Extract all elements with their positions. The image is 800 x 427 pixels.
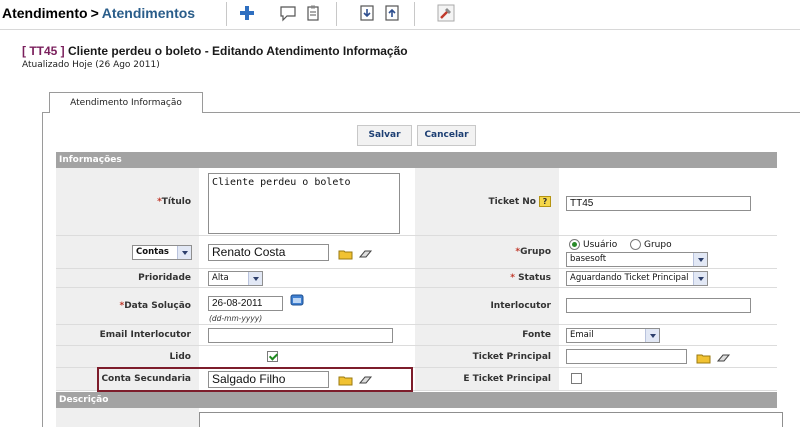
- titulo-textarea[interactable]: Cliente perdeu o boleto: [208, 173, 400, 234]
- upload-icon[interactable]: [383, 4, 401, 22]
- toolbar-divider: [414, 2, 415, 26]
- prioridade-label: Prioridade: [56, 269, 199, 287]
- help-icon[interactable]: ?: [539, 196, 551, 207]
- e-ticket-principal-label: E Ticket Principal: [415, 368, 559, 390]
- ticket-no-label: Ticket No ?: [415, 168, 559, 235]
- tools-icon[interactable]: [437, 4, 455, 22]
- page-title: [ TT45 ] Cliente perdeu o boleto - Edita…: [22, 44, 408, 58]
- ticket-principal-label: Ticket Principal: [415, 346, 559, 367]
- grupo-select[interactable]: basesoft: [566, 252, 708, 267]
- interlocutor-input[interactable]: [566, 298, 751, 313]
- cancel-button[interactable]: Cancelar: [417, 125, 476, 146]
- descricao-textarea[interactable]: [199, 412, 783, 427]
- form-row: Contas Renato Costa * Grupo Usuário Grupo…: [56, 236, 777, 269]
- status-select[interactable]: Aguardando Ticket Principal: [566, 271, 708, 286]
- form-row: * Data Solução 26-08-2011 (dd-mm-yyyy) In…: [56, 288, 777, 325]
- status-label: * Status: [415, 269, 559, 287]
- radio-grupo[interactable]: [630, 239, 641, 250]
- fonte-select[interactable]: Email: [566, 328, 660, 343]
- radio-usuario-label: Usuário: [583, 240, 618, 250]
- folder-icon[interactable]: [696, 352, 712, 364]
- prioridade-select[interactable]: Alta: [208, 271, 263, 286]
- form-row: Conta Secundaria Salgado Filho E Ticket …: [56, 368, 777, 391]
- tab-atendimento-informacao[interactable]: Atendimento Informação: [49, 92, 203, 113]
- radio-grupo-label: Grupo: [644, 240, 672, 250]
- conta-type-select[interactable]: Contas: [132, 245, 192, 260]
- breadcrumb-current[interactable]: Atendimentos: [102, 5, 195, 21]
- save-button[interactable]: Salvar: [357, 125, 412, 146]
- eraser-icon[interactable]: [716, 352, 732, 364]
- download-icon[interactable]: [358, 4, 376, 22]
- updated-text: Atualizado Hoje (26 Ago 2011): [22, 60, 160, 70]
- eraser-icon[interactable]: [358, 248, 374, 260]
- email-interlocutor-input[interactable]: [208, 328, 393, 343]
- descricao-label: [56, 408, 199, 427]
- record-code: [ TT45 ]: [22, 44, 65, 58]
- email-interlocutor-label: Email Interlocutor: [56, 325, 199, 345]
- section-header-informacoes: Informações: [56, 152, 777, 168]
- interlocutor-label: Interlocutor: [415, 288, 559, 324]
- eraser-icon[interactable]: [358, 374, 374, 386]
- breadcrumb: Atendimento > Atendimentos: [2, 5, 195, 21]
- record-title: Cliente perdeu o boleto - Editando Atend…: [68, 44, 408, 58]
- folder-icon[interactable]: [338, 374, 354, 386]
- lido-label: Lido: [56, 346, 199, 367]
- radio-usuario[interactable]: [569, 239, 580, 250]
- form-row: [56, 408, 783, 427]
- form-row: Lido Ticket Principal: [56, 346, 777, 368]
- form-row: Email Interlocutor Fonte Email: [56, 325, 777, 346]
- e-ticket-principal-checkbox[interactable]: [571, 373, 582, 384]
- lido-checkbox[interactable]: [267, 351, 278, 362]
- toolbar-divider: [336, 2, 337, 26]
- conta-secundaria-input[interactable]: Salgado Filho: [208, 371, 329, 388]
- grupo-label: * Grupo: [415, 236, 559, 268]
- conta-secundaria-label: Conta Secundaria: [56, 368, 199, 390]
- calendar-icon[interactable]: [289, 294, 305, 306]
- form-row: Prioridade Alta * Status Aguardando Tick…: [56, 269, 777, 288]
- ticket-no-input[interactable]: TT45: [566, 196, 751, 211]
- section-header-descricao: Descrição: [56, 392, 777, 408]
- folder-icon[interactable]: [338, 248, 354, 260]
- breadcrumb-root[interactable]: Atendimento: [2, 5, 88, 21]
- fonte-label: Fonte: [415, 325, 559, 345]
- comment-icon[interactable]: [279, 4, 297, 22]
- titulo-label: * Título: [56, 168, 199, 235]
- data-solucao-label: * Data Solução: [56, 288, 199, 324]
- add-icon[interactable]: [238, 4, 256, 22]
- conta-input[interactable]: Renato Costa: [208, 244, 329, 261]
- form-row: * Título Cliente perdeu o boleto Ticket N…: [56, 168, 777, 236]
- clipboard-icon[interactable]: [304, 4, 322, 22]
- top-bar: Atendimento > Atendimentos: [0, 0, 800, 30]
- data-solucao-input[interactable]: 26-08-2011: [208, 296, 283, 311]
- date-format-hint: (dd-mm-yyyy): [209, 314, 263, 323]
- breadcrumb-separator: >: [90, 5, 99, 21]
- ticket-principal-input[interactable]: [566, 349, 687, 364]
- toolbar-divider: [226, 2, 227, 26]
